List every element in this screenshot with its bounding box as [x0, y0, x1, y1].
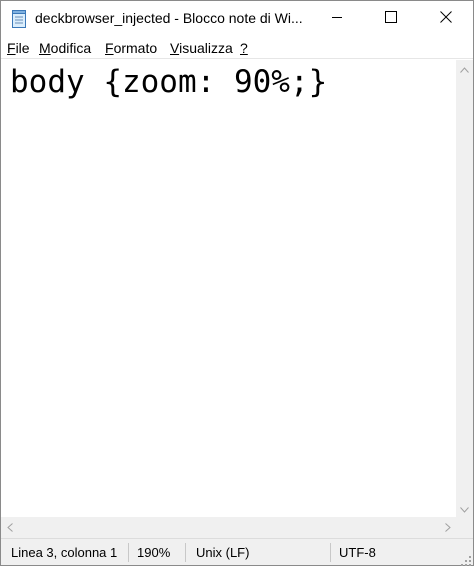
menu-file-label: ile	[15, 40, 30, 56]
status-divider	[330, 543, 331, 562]
menu-bar: File Modifica Formato Visualizza ?	[1, 37, 473, 59]
chevron-down-icon	[460, 500, 469, 518]
minimize-button[interactable]	[310, 1, 364, 37]
status-cursor-position: Linea 3, colonna 1	[11, 545, 118, 560]
scroll-left-button[interactable]	[1, 517, 18, 538]
menu-visualizza-label: isualizza	[179, 40, 233, 56]
menu-modifica-label: odifica	[50, 40, 92, 56]
status-divider	[128, 543, 129, 562]
menu-formato-accel: F	[105, 40, 114, 56]
menu-help-accel: ?	[240, 40, 248, 56]
resize-grip-icon[interactable]	[461, 553, 471, 566]
maximize-icon	[385, 10, 397, 28]
menu-modifica[interactable]: Modifica	[39, 40, 91, 56]
scroll-right-button[interactable]	[439, 517, 456, 538]
scroll-up-button[interactable]	[456, 60, 473, 77]
close-button[interactable]	[419, 1, 473, 37]
menu-formato-label: ormato	[113, 40, 158, 56]
chevron-right-icon	[444, 519, 451, 537]
chevron-up-icon	[460, 60, 469, 78]
close-icon	[440, 10, 452, 28]
minimize-icon	[331, 10, 343, 28]
scrollbar-corner	[456, 517, 473, 538]
horizontal-scrollbar[interactable]	[1, 517, 456, 538]
status-encoding: UTF-8	[339, 545, 376, 560]
notepad-window: deckbrowser_injected - Blocco note di Wi…	[0, 0, 474, 566]
menu-modifica-accel: M	[39, 40, 51, 56]
status-line-ending: Unix (LF)	[196, 545, 250, 560]
menu-visualizza[interactable]: Visualizza	[170, 40, 233, 56]
notepad-icon	[12, 10, 26, 28]
editor-content: body {zoom: 90%;}	[10, 64, 328, 100]
menu-visualizza-accel: V	[170, 40, 180, 56]
menu-file[interactable]: File	[7, 40, 30, 56]
menu-formato[interactable]: Formato	[105, 40, 157, 56]
chevron-left-icon	[6, 519, 13, 537]
scroll-down-button[interactable]	[456, 500, 473, 517]
window-title: deckbrowser_injected - Blocco note di Wi…	[35, 10, 303, 26]
status-bar: Linea 3, colonna 1 190% Unix (LF) UTF-8	[1, 538, 473, 566]
menu-file-accel: F	[7, 40, 16, 56]
status-zoom: 190%	[137, 545, 171, 560]
text-editor[interactable]: body {zoom: 90%;}	[1, 60, 456, 517]
menu-help[interactable]: ?	[240, 40, 248, 56]
maximize-button[interactable]	[364, 1, 418, 37]
status-divider	[185, 543, 186, 562]
vertical-scrollbar[interactable]	[456, 60, 473, 517]
title-bar[interactable]: deckbrowser_injected - Blocco note di Wi…	[1, 1, 473, 37]
